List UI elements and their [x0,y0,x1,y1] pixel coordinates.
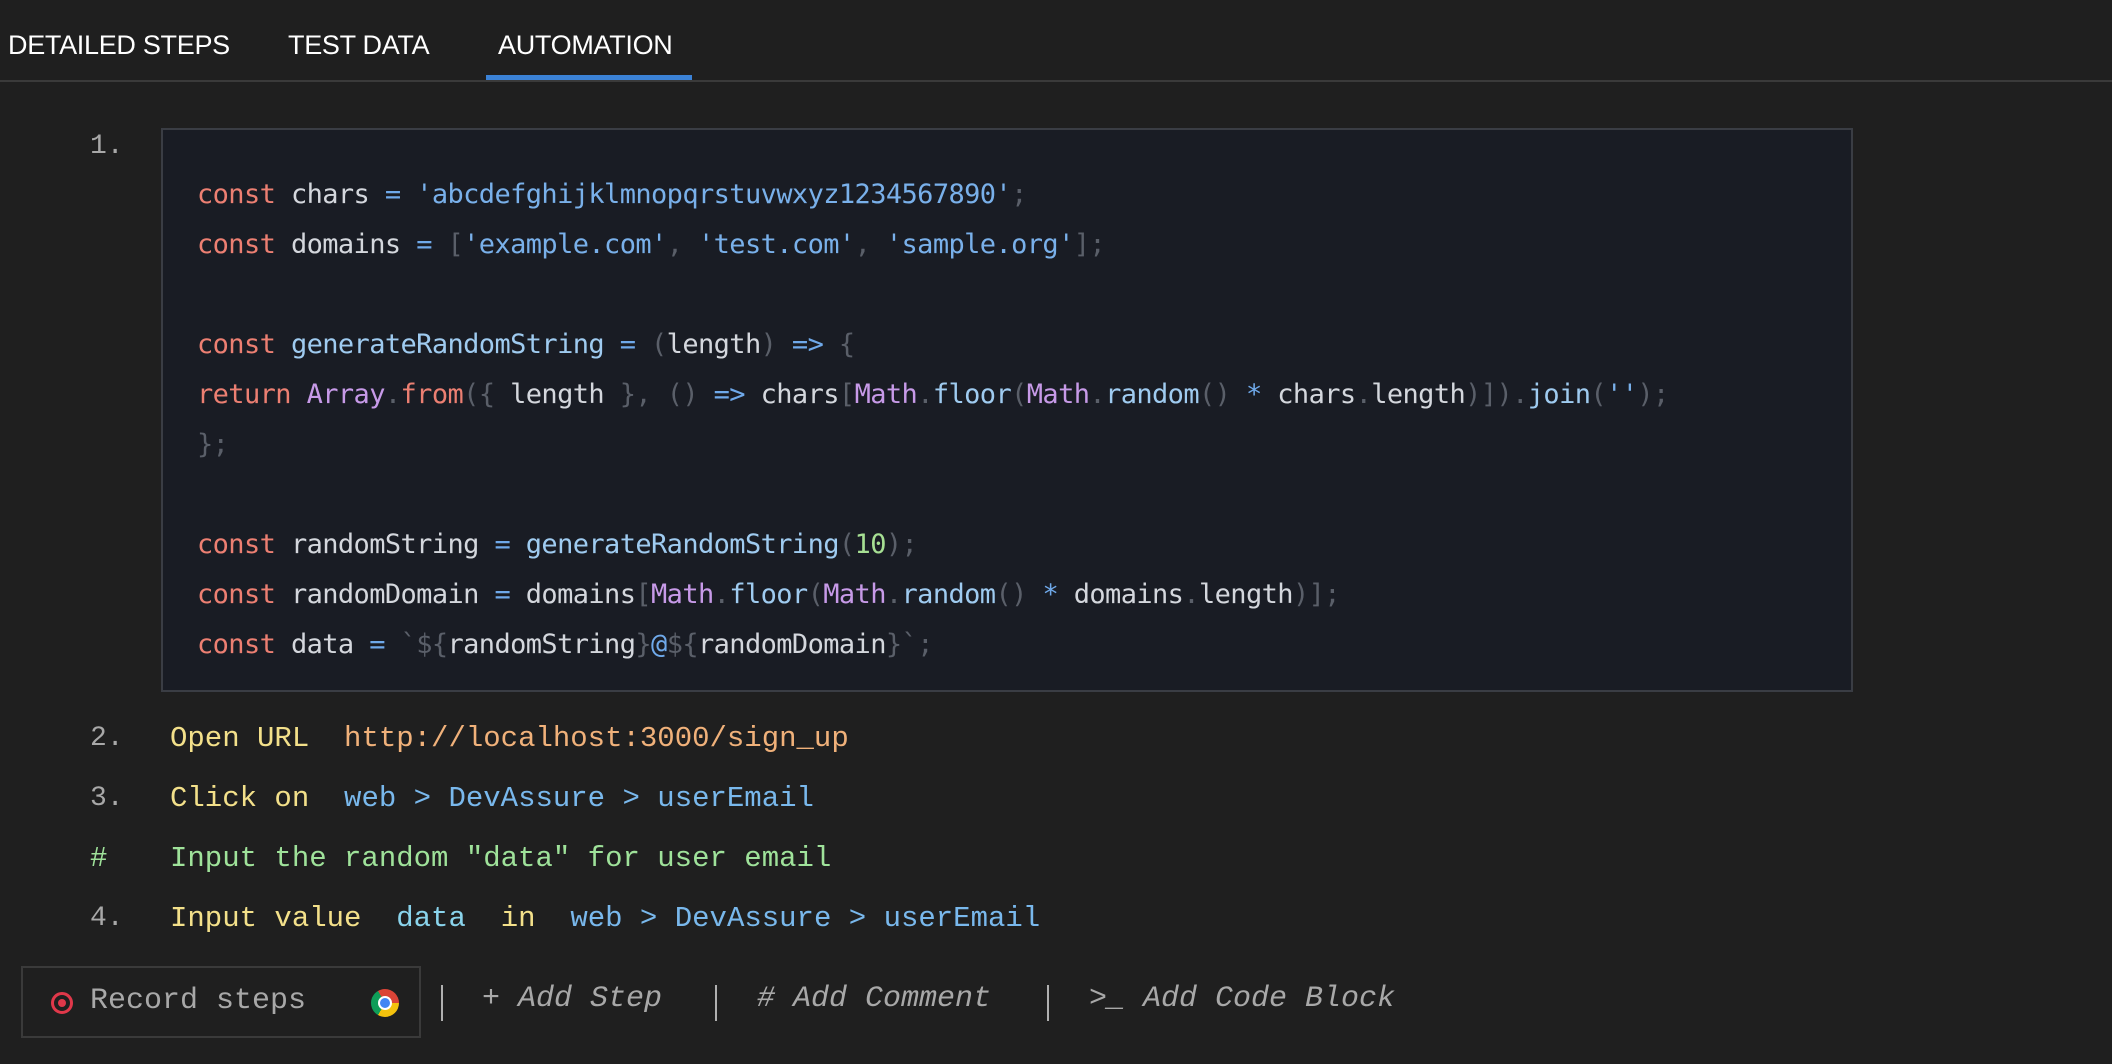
add-code-block-button[interactable]: >_ Add Code Block [1089,982,1395,1016]
step-number: 2. [90,723,124,754]
tab-bar: DETAILED STEPS TEST DATA AUTOMATION [0,0,2112,82]
step-action: Open URL [170,722,310,755]
code-line: const data = `${randomString}@${randomDo… [197,629,933,660]
step-click[interactable]: Click on web > DevAssure > userEmail [170,782,814,815]
code-line: const randomString = generateRandomStrin… [197,529,918,560]
record-steps-button[interactable]: Record steps [21,966,421,1038]
code-line: const chars = 'abcdefghijklmnopqrstuvwxy… [197,179,1027,210]
code-line: const randomDomain = domains[Math.floor(… [197,579,1340,610]
step-number: 3. [90,783,124,814]
step-input-value[interactable]: Input value data in web > DevAssure > us… [170,902,1040,935]
step-variable: data [396,902,466,935]
code-editor[interactable]: const chars = 'abcdefghijklmnopqrstuvwxy… [197,170,1669,670]
step-target: web > DevAssure > userEmail [344,782,814,815]
code-line: const domains = ['example.com', 'test.co… [197,229,1106,260]
step-preposition: in [500,902,536,935]
separator [715,985,717,1021]
tab-test-data[interactable]: TEST DATA [288,30,430,61]
active-tab-indicator [486,75,692,80]
separator [1047,985,1049,1021]
record-icon [51,992,73,1014]
step-action: Click on [170,782,310,815]
record-steps-label: Record steps [90,984,307,1018]
step-url: http://localhost:3000/sign_up [344,722,849,755]
tab-automation[interactable]: AUTOMATION [498,30,673,61]
code-line: const generateRandomString = (length) =>… [197,329,855,360]
step-open-url[interactable]: Open URL http://localhost:3000/sign_up [170,722,849,755]
step-action: Input value [170,902,362,935]
separator [441,985,443,1021]
code-line: }; [197,429,229,460]
step-number: 1. [90,131,124,162]
comment-text: Input the random "data" for user email [170,842,832,875]
code-block[interactable]: const chars = 'abcdefghijklmnopqrstuvwxy… [161,128,1853,692]
add-step-button[interactable]: + Add Step [482,982,662,1016]
step-comment[interactable]: Input the random "data" for user email [170,842,831,875]
tab-detailed-steps[interactable]: DETAILED STEPS [8,30,230,61]
step-number: 4. [90,903,124,934]
code-line: return Array.from({ length }, () => char… [197,379,1669,410]
step-target: web > DevAssure > userEmail [570,902,1041,935]
chrome-icon[interactable] [371,989,399,1017]
comment-marker: # [90,842,108,875]
add-comment-button[interactable]: # Add Comment [757,982,991,1016]
